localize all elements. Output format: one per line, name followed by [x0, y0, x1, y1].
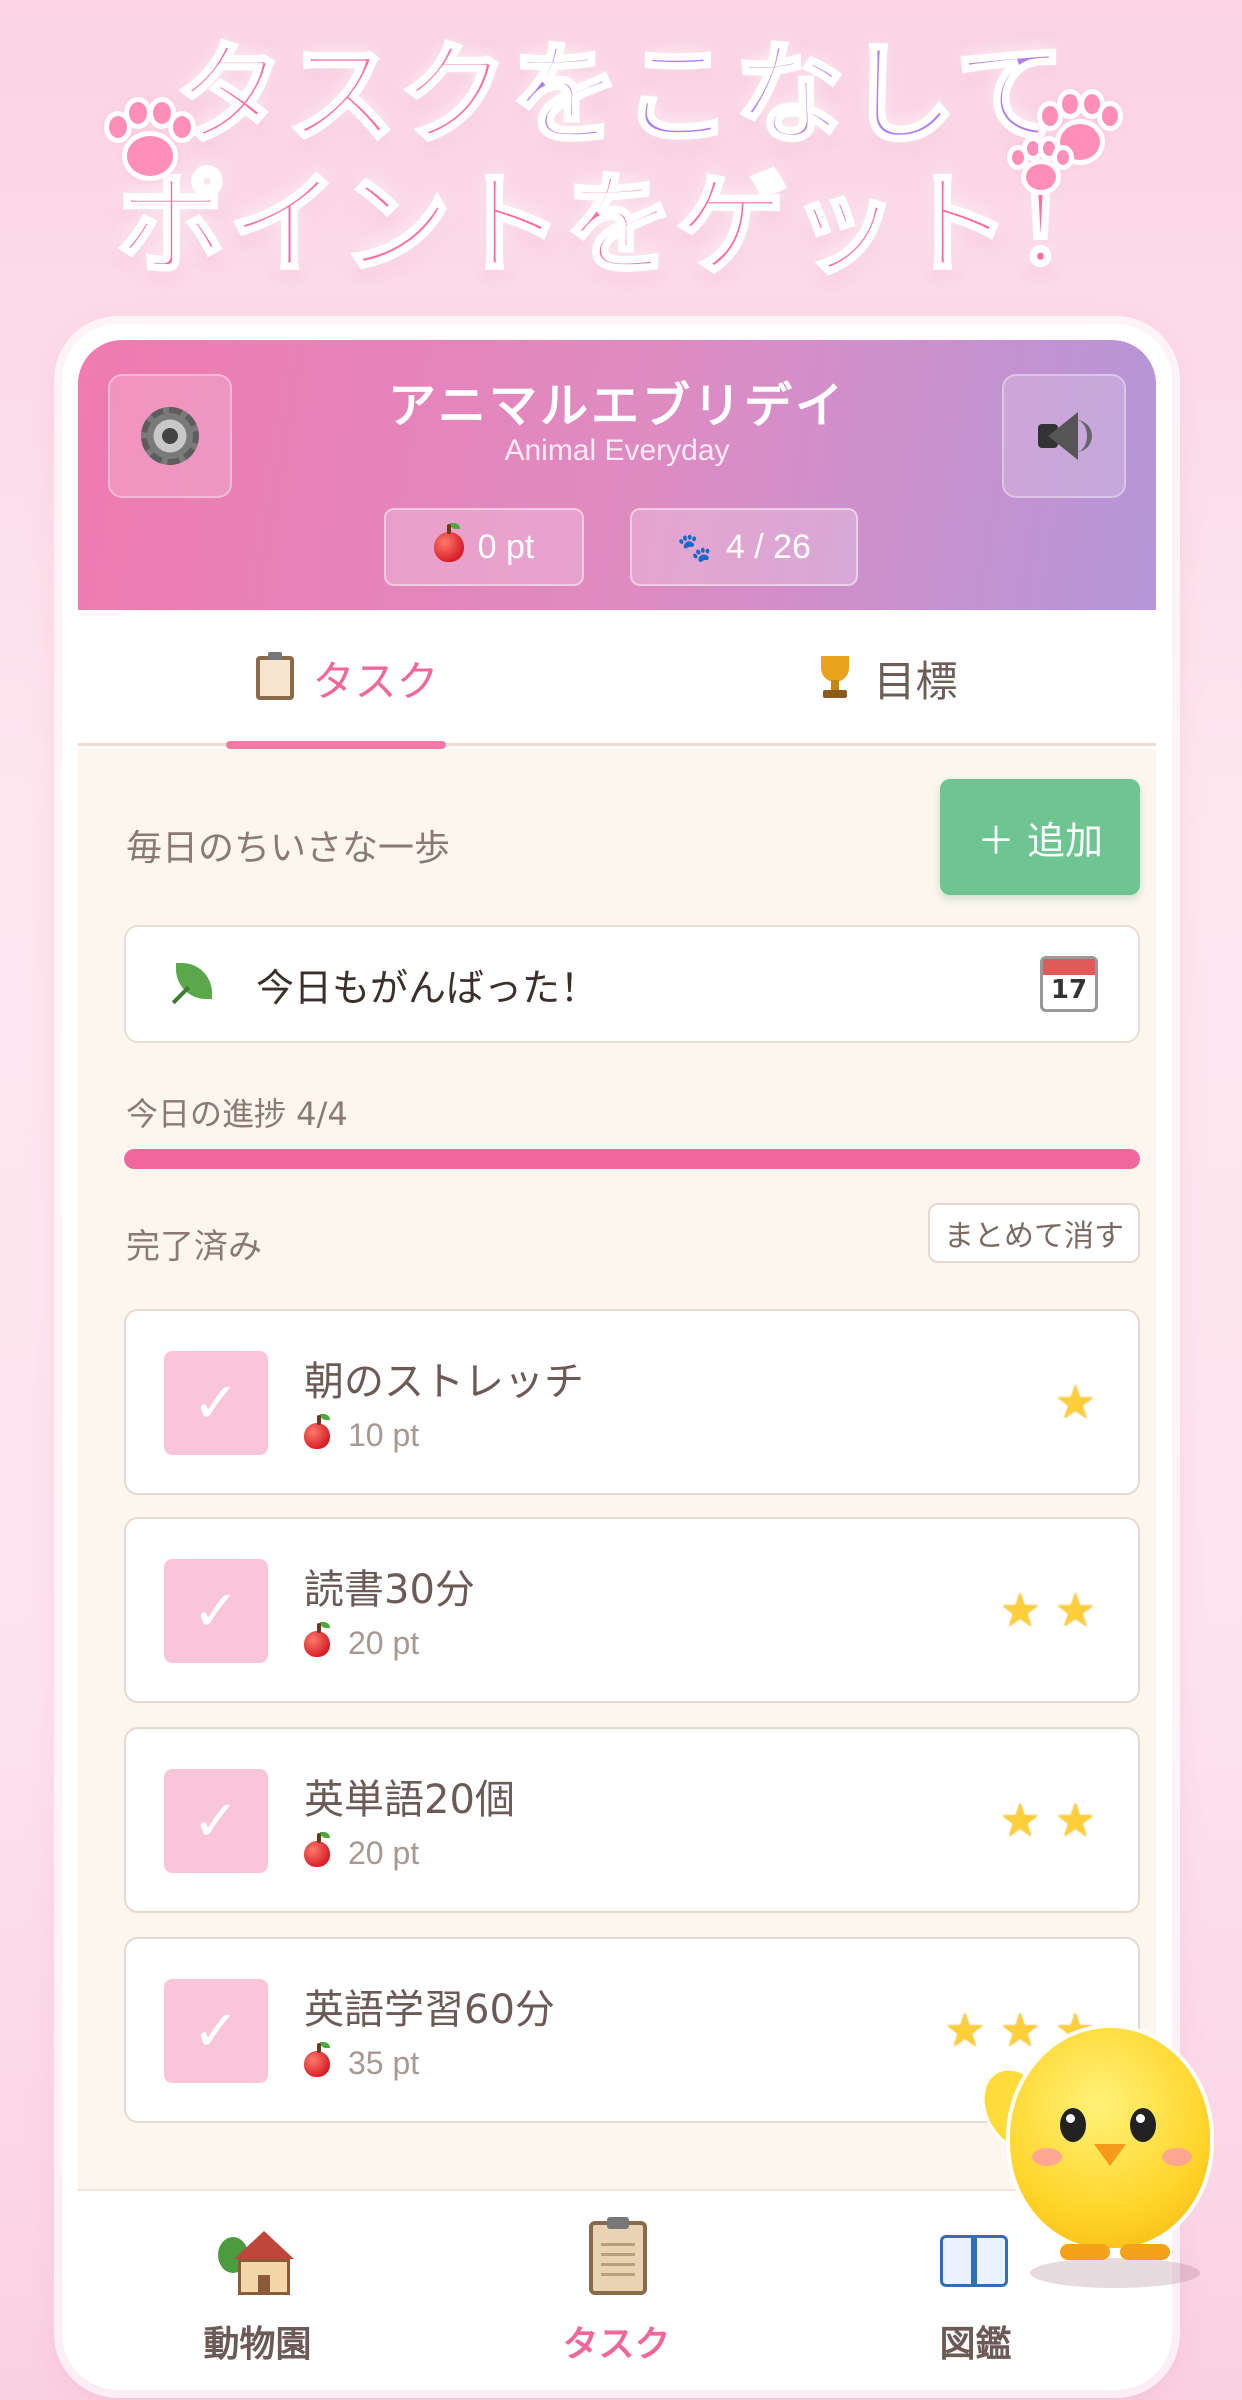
task-checkbox[interactable]: ✓ — [164, 1769, 268, 1873]
clipboard-icon — [577, 2217, 657, 2301]
active-tab-indicator — [226, 741, 446, 749]
task-item[interactable]: ✓ 英単語20個 20 pt ★ ★ — [124, 1727, 1140, 1913]
paw-icon: 🐾 — [677, 531, 712, 563]
collection-badge: 🐾 4 / 26 — [630, 508, 858, 586]
task-panel: 毎日のちいさな一歩 ＋ 追加 今日もがんばった！ 17 今日の進捗 4/4 完了… — [78, 749, 1156, 2189]
star-icon: ★ — [999, 1793, 1041, 1847]
nav-tasks-label: タスク — [562, 2324, 671, 2365]
apple-icon — [433, 523, 464, 562]
app-subtitle: Animal Everyday — [504, 434, 730, 467]
progress-bar — [124, 1149, 1140, 1169]
speaker-icon — [1034, 408, 1094, 464]
tab-tasks[interactable]: タスク — [78, 610, 617, 749]
app-header: アニマルエブリデイ Animal Everyday 0 pt 🐾 4 / 26 — [78, 340, 1156, 610]
task-points: 20 pt — [304, 1831, 419, 1872]
chick-mascot — [971, 2008, 1230, 2318]
nav-zoo[interactable]: 動物園 — [78, 2191, 437, 2376]
apple-icon — [304, 2041, 330, 2077]
app-title: アニマルエブリデイ — [387, 378, 847, 434]
nav-zoo-label: 動物園 — [203, 2324, 312, 2365]
difficulty-stars: ★ — [1055, 1377, 1096, 1427]
progress-fill — [124, 1149, 1140, 1169]
task-item[interactable]: ✓ 朝のストレッチ 10 pt ★ — [124, 1309, 1140, 1495]
collection-count: 4 / 26 — [725, 527, 811, 566]
completed-label: 完了済み — [126, 1227, 262, 1267]
apple-icon — [304, 1621, 330, 1657]
add-task-button[interactable]: ＋ 追加 — [940, 779, 1140, 895]
star-icon: ★ — [944, 2003, 986, 2057]
difficulty-stars: ★ ★ — [1000, 1795, 1097, 1845]
task-checkbox[interactable]: ✓ — [164, 1559, 268, 1663]
task-checkbox[interactable]: ✓ — [164, 1979, 268, 2083]
task-name: 朝のストレッチ — [304, 1359, 584, 1405]
clipboard-icon — [256, 652, 295, 700]
task-points: 35 pt — [304, 2041, 419, 2082]
paw-print-icon — [1010, 140, 1070, 200]
nav-tasks[interactable]: タスク — [437, 2191, 796, 2376]
sound-button[interactable] — [1002, 374, 1126, 498]
task-item[interactable]: ✓ 読書30分 20 pt ★ ★ — [124, 1517, 1140, 1703]
star-icon: ★ — [1054, 1793, 1096, 1847]
herb-leaf-icon — [166, 959, 216, 1009]
clear-completed-button[interactable]: まとめて消す — [928, 1203, 1140, 1263]
calendar-icon[interactable]: 17 — [1040, 956, 1098, 1012]
difficulty-stars: ★ ★ — [1000, 1585, 1097, 1635]
points-value: 0 pt — [477, 527, 535, 566]
tab-goals[interactable]: 目標 — [617, 610, 1156, 746]
task-points: 20 pt — [304, 1621, 419, 1662]
nav-encyclopedia-label: 図鑑 — [939, 2324, 1012, 2365]
star-icon: ★ — [999, 1583, 1041, 1637]
tab-tasks-label: タスク — [312, 656, 439, 706]
daily-message-card: 今日もがんばった！ 17 — [124, 925, 1140, 1043]
apple-icon — [304, 1413, 330, 1449]
progress-label: 今日の進捗 4/4 — [126, 1095, 348, 1133]
task-name: 読書30分 — [304, 1567, 475, 1613]
star-icon: ★ — [1054, 1375, 1096, 1429]
apple-icon — [304, 1831, 330, 1867]
daily-message: 今日もがんばった！ — [256, 965, 599, 1010]
paw-print-icon — [105, 100, 195, 190]
trophy-icon — [815, 656, 855, 700]
section-heading: 毎日のちいさな一歩 — [126, 828, 451, 869]
star-icon: ★ — [1054, 1583, 1096, 1637]
task-checkbox[interactable]: ✓ — [164, 1351, 268, 1455]
task-name: 英単語20個 — [304, 1777, 515, 1823]
task-points: 10 pt — [304, 1413, 419, 1454]
points-badge: 0 pt — [384, 508, 584, 586]
tab-bar: タスク 目標 — [78, 610, 1156, 749]
task-name: 英語学習60分 — [304, 1987, 555, 2033]
zoo-house-icon — [217, 2221, 298, 2301]
tab-goals-label: 目標 — [873, 656, 958, 706]
